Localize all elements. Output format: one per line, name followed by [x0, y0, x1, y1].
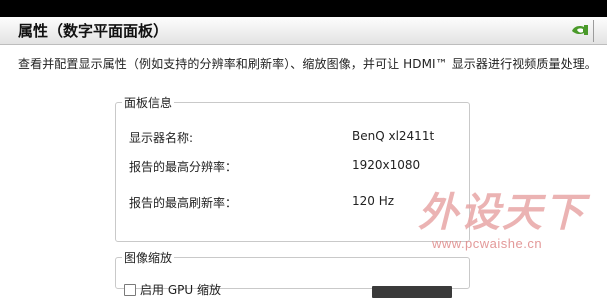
- page-title: 属性（数字平面面板）: [18, 22, 169, 40]
- image-scaling-legend: 图像缩放: [124, 251, 173, 265]
- max-resolution-label: 报告的最高分辨率：: [129, 160, 238, 174]
- panel-info-group: 面板信息 显示器名称: BenQ xl2411t 报告的最高分辨率： 1920x…: [115, 94, 470, 242]
- page-header: 属性（数字平面面板）: [0, 17, 607, 45]
- page-description: 查看并配置显示属性（例如支持的分辨率和刷新率）、缩放图像，并可让 HDMI™ 显…: [18, 57, 597, 71]
- header-divider: [593, 20, 594, 42]
- panel-info-legend: 面板信息: [124, 96, 173, 110]
- window-top-bar: [0, 0, 607, 17]
- max-resolution-value: 1920x1080: [352, 158, 421, 172]
- max-refresh-value: 120 Hz: [352, 194, 395, 208]
- scaling-mode-button[interactable]: [372, 286, 452, 298]
- image-scaling-group: 图像缩放 启用 GPU 缩放: [115, 249, 470, 298]
- gpu-scaling-checkbox[interactable]: [124, 284, 136, 296]
- max-refresh-label: 报告的最高刷新率：: [129, 196, 238, 210]
- gpu-scaling-label[interactable]: 启用 GPU 缩放: [140, 281, 221, 298]
- monitor-name-value: BenQ xl2411t: [352, 129, 435, 143]
- nvidia-icon[interactable]: [571, 22, 589, 38]
- monitor-name-label: 显示器名称:: [129, 131, 194, 145]
